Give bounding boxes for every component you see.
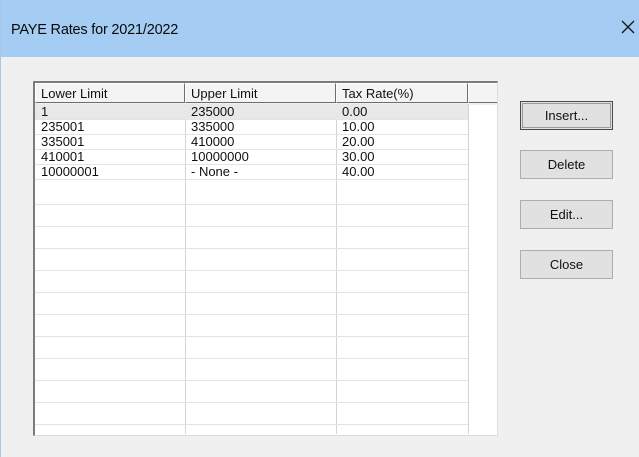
column-header-empty[interactable]	[468, 83, 497, 103]
cell-upper-limit: 335000	[191, 119, 235, 134]
cell-upper-limit: - None -	[191, 164, 238, 179]
grid-line	[35, 292, 468, 293]
cell-lower-limit: 235001	[41, 119, 85, 134]
grid-line	[35, 204, 468, 205]
cell-tax-rate: 40.00	[342, 164, 375, 179]
cell-tax-rate: 30.00	[342, 149, 375, 164]
grid-line	[35, 270, 468, 271]
delete-button[interactable]: Delete	[520, 150, 613, 179]
grid-line	[35, 380, 468, 381]
paye-rates-list[interactable]: Lower Limit Upper Limit Tax Rate(%) 1 23…	[33, 81, 498, 436]
title-bar[interactable]: PAYE Rates for 2021/2022	[1, 0, 639, 57]
cell-lower-limit: 1	[41, 104, 49, 119]
table-row[interactable]: 10000001 - None - 40.00	[35, 164, 468, 179]
column-header-upper-limit[interactable]: Upper Limit	[185, 83, 336, 103]
window-title: PAYE Rates for 2021/2022	[11, 22, 179, 38]
cell-tax-rate: 20.00	[342, 134, 375, 149]
cell-lower-limit: 335001	[41, 134, 85, 149]
cell-upper-limit: 10000000	[191, 149, 249, 164]
grid-line	[35, 336, 468, 337]
grid-line	[35, 402, 468, 403]
grid-line	[35, 248, 468, 249]
list-header: Lower Limit Upper Limit Tax Rate(%)	[35, 83, 497, 105]
cell-tax-rate: 10.00	[342, 119, 375, 134]
edit-button[interactable]: Edit...	[520, 200, 613, 229]
cell-lower-limit: 410001	[41, 149, 85, 164]
table-row[interactable]: 410001 10000000 30.00	[35, 149, 468, 164]
grid-line	[35, 358, 468, 359]
table-row[interactable]: 335001 410000 20.00	[35, 134, 468, 149]
grid-line	[35, 179, 468, 180]
insert-button[interactable]: Insert...	[520, 101, 613, 130]
table-row[interactable]: 235001 335000 10.00	[35, 119, 468, 134]
cell-upper-limit: 410000	[191, 134, 235, 149]
close-icon[interactable]	[618, 14, 638, 40]
paye-rates-dialog: PAYE Rates for 2021/2022 Lower Limit Upp…	[0, 0, 639, 457]
grid-line	[35, 226, 468, 227]
cell-lower-limit: 10000001	[41, 164, 99, 179]
grid-line	[35, 314, 468, 315]
grid-line	[35, 424, 468, 425]
list-body: 1 235000 0.00 235001 335000 10.00 335001…	[35, 104, 497, 434]
cell-upper-limit: 235000	[191, 104, 235, 119]
table-row[interactable]: 1 235000 0.00	[35, 104, 468, 119]
column-divider	[468, 104, 469, 434]
close-button[interactable]: Close	[520, 250, 613, 279]
cell-tax-rate: 0.00	[342, 104, 368, 119]
column-header-lower-limit[interactable]: Lower Limit	[35, 83, 185, 103]
column-header-tax-rate[interactable]: Tax Rate(%)	[336, 83, 468, 103]
